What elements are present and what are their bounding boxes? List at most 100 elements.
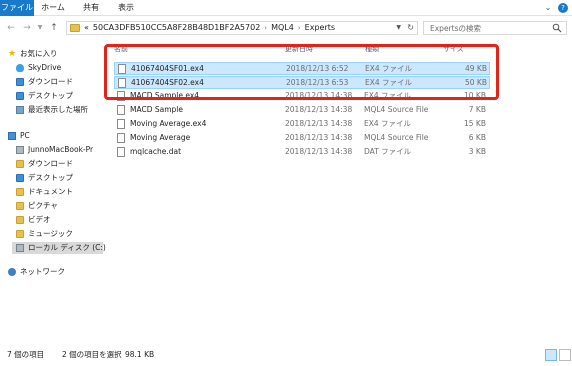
nav-favorite-desktop[interactable]: デスクトップ	[16, 90, 73, 102]
nav-label: ネットワーク	[20, 267, 65, 276]
tab-file[interactable]: ファイル	[0, 0, 34, 16]
file-name: MACD Sample	[130, 105, 183, 114]
nav-downloads[interactable]: ダウンロード	[16, 158, 73, 170]
file-size: 6 KB	[468, 133, 486, 142]
nav-label: JunnoMacBook-Pr	[28, 145, 94, 154]
back-arrow-icon[interactable]: ←	[5, 22, 17, 34]
search-box[interactable]	[423, 21, 567, 35]
pictures-folder-icon	[16, 202, 24, 210]
status-bar: 7 個の項目 2 個の項目を選択 98.1 KB	[0, 343, 572, 366]
file-date: 2018/12/13 14:38	[285, 105, 353, 114]
computer-icon	[8, 132, 16, 140]
mql-source-file-icon	[117, 133, 125, 143]
mql-source-file-icon	[117, 105, 125, 115]
download-folder-icon	[16, 78, 24, 86]
videos-folder-icon	[16, 216, 24, 224]
desktop-folder-icon	[16, 174, 24, 182]
drive-icon	[16, 244, 24, 252]
nav-label: ローカル ディスク (C:)	[28, 243, 106, 252]
file-row[interactable]: Moving Average.ex4 2018/12/13 14:38 EX4 …	[114, 118, 490, 131]
nav-local-disk[interactable]: ローカル ディスク (C:)	[12, 242, 106, 254]
nav-favorite-downloads[interactable]: ダウンロード	[16, 76, 73, 88]
network-icon	[8, 268, 16, 276]
breadcrumb-overflow[interactable]: «	[84, 22, 89, 34]
file-name: Moving Average	[130, 133, 191, 142]
nav-label: ビデオ	[28, 215, 51, 224]
tab-share[interactable]: 共有	[80, 0, 102, 16]
help-icon[interactable]: ?	[558, 3, 568, 13]
desktop-folder-icon	[16, 92, 24, 100]
address-row: ← → ▼ ↑ « 50CA3DFB510CC5A8F28B48D1BF2A57…	[0, 17, 572, 39]
search-input[interactable]	[430, 23, 546, 33]
nav-pictures[interactable]: ピクチャ	[16, 200, 58, 212]
ribbon-controls: ⌄ ?	[543, 3, 568, 13]
breadcrumb-item[interactable]: 50CA3DFB510CC5A8F28B48D1BF2A5702	[93, 22, 260, 34]
file-size: 15 KB	[464, 119, 486, 128]
documents-folder-icon	[16, 188, 24, 196]
up-arrow-icon[interactable]: ↑	[48, 22, 60, 34]
file-size: 7 KB	[468, 105, 486, 114]
file-row[interactable]: MACD Sample 2018/12/13 14:38 MQL4 Source…	[114, 104, 490, 117]
details-view-icon[interactable]	[545, 349, 557, 361]
tab-view[interactable]: 表示	[114, 0, 138, 16]
nav-label: SkyDrive	[28, 63, 62, 72]
nav-videos[interactable]: ビデオ	[16, 214, 51, 226]
breadcrumb: « 50CA3DFB510CC5A8F28B48D1BF2A5702 › MQL…	[84, 22, 335, 34]
download-folder-icon	[16, 160, 24, 168]
forward-arrow-icon[interactable]: →	[21, 22, 33, 34]
network-drive-icon	[16, 146, 24, 154]
file-type: DAT ファイル	[364, 147, 412, 156]
breadcrumb-item[interactable]: MQL4	[271, 22, 294, 34]
nav-recent-places[interactable]: 最近表示した場所	[16, 104, 88, 116]
file-icon	[117, 119, 125, 129]
file-date: 2018/12/13 14:38	[285, 133, 353, 142]
file-row[interactable]: Moving Average 2018/12/13 14:38 MQL4 Sou…	[114, 132, 490, 145]
nav-label: ダウンロード	[28, 159, 73, 168]
address-bar[interactable]: « 50CA3DFB510CC5A8F28B48D1BF2A5702 › MQL…	[66, 21, 418, 35]
chevron-right-icon[interactable]: ›	[298, 22, 301, 34]
nav-label: ミュージック	[28, 229, 73, 238]
refresh-icon[interactable]: ↻	[407, 22, 414, 34]
expand-ribbon-icon[interactable]: ⌄	[543, 3, 553, 13]
nav-label: お気に入り	[20, 49, 58, 58]
file-icon	[117, 147, 125, 157]
search-icon[interactable]	[552, 23, 562, 33]
large-icons-view-icon[interactable]	[559, 349, 571, 361]
nav-documents[interactable]: ドキュメント	[16, 186, 73, 198]
star-icon: ★	[8, 49, 17, 59]
file-row[interactable]: mqlcache.dat 2018/12/13 14:38 DAT ファイル 3…	[114, 146, 490, 159]
breadcrumb-item[interactable]: Experts	[305, 22, 335, 34]
address-history-chevron-icon[interactable]: ▼	[396, 22, 401, 34]
nav-skydrive[interactable]: SkyDrive	[16, 62, 61, 74]
nav-label: ピクチャ	[28, 201, 58, 210]
annotation-highlight-box	[104, 44, 499, 100]
nav-label: PC	[20, 131, 30, 140]
nav-favorites[interactable]: ★ お気に入り	[8, 48, 58, 60]
folder-icon	[70, 24, 80, 32]
file-type: EX4 ファイル	[364, 119, 412, 128]
nav-label: デスクトップ	[28, 173, 73, 182]
file-name: Moving Average.ex4	[130, 119, 207, 128]
recent-locations-chevron-icon[interactable]: ▼	[36, 22, 44, 34]
nav-desktop[interactable]: デスクトップ	[16, 172, 73, 184]
recent-places-icon	[16, 106, 24, 114]
nav-label: ドキュメント	[28, 187, 73, 196]
nav-label: 最近表示した場所	[28, 105, 88, 114]
nav-label: デスクトップ	[28, 91, 73, 100]
nav-network[interactable]: ネットワーク	[8, 266, 65, 278]
file-size: 3 KB	[468, 147, 486, 156]
nav-pc[interactable]: PC	[8, 130, 30, 142]
file-type: MQL4 Source File	[364, 133, 429, 142]
file-date: 2018/12/13 14:38	[285, 147, 353, 156]
chevron-right-icon[interactable]: ›	[264, 22, 267, 34]
cloud-icon	[16, 64, 24, 72]
music-folder-icon	[16, 230, 24, 238]
nav-junnomacbook[interactable]: JunnoMacBook-Pr	[16, 144, 93, 156]
file-date: 2018/12/13 14:38	[285, 119, 353, 128]
nav-music[interactable]: ミュージック	[16, 228, 73, 240]
item-count: 7 個の項目	[7, 350, 45, 359]
selection-size: 98.1 KB	[125, 350, 155, 359]
tab-home[interactable]: ホーム	[40, 0, 66, 16]
file-type: MQL4 Source File	[364, 105, 429, 114]
ribbon: ファイル ホーム 共有 表示 ⌄ ?	[0, 0, 572, 16]
